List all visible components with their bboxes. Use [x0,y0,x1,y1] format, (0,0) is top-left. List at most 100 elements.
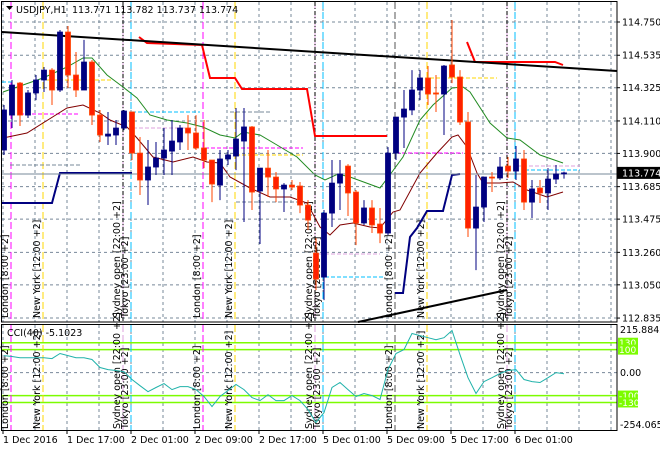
candle-body [345,165,351,194]
candle [409,70,415,116]
candle [489,171,495,193]
cci-level-label: 100 [619,346,636,356]
time-axis-label: 2 Dec 09:00 [195,435,253,446]
symbol-title: USDJPY,H1 [16,5,67,16]
price-axis-label: 113.685 [622,182,660,193]
cci-line [3,329,565,424]
session-label: New York [12:00 +2] [224,331,235,429]
candle [481,176,487,223]
candle-body [433,92,439,95]
session-label: Tokyo [23:00 +2] [504,237,515,319]
candle-body [297,185,303,206]
candle-body [425,77,431,95]
candle-body [505,165,511,172]
price-axis-label: 113.900 [622,149,660,160]
time-axis-label: 5 Dec 09:00 [387,435,445,446]
price-axis-label: 114.325 [622,83,660,94]
session-markers: London [8:00 +2] London [8:00 +2] New York… [0,2,516,430]
candle [121,109,127,131]
candle [185,115,191,151]
candle-body [537,187,543,194]
candle [401,90,407,148]
cci-name: CCI(40) [7,328,43,339]
candle-body [1,109,7,151]
candle [521,150,527,210]
candle [529,180,535,219]
time-axis-label: 2 Dec 17:00 [259,435,317,446]
candle-body [153,157,159,168]
session-label: New York [12:00 +2] [32,331,43,429]
candle-body [41,69,47,81]
chart-window[interactable]: London [8:00 +2] London [8:00 +2] New York… [0,0,660,450]
candle [553,165,559,185]
candle-body [249,126,255,193]
candle [433,75,439,112]
candle-body [65,31,71,76]
candle-body [177,127,183,143]
candle-body [145,166,151,181]
candle-body [529,188,535,203]
candle-body [33,79,39,94]
candle-body [273,176,279,190]
candle-body [465,121,471,229]
candle-body [257,167,263,192]
candle-body [25,92,31,116]
time-axis-label: 5 Dec 17:00 [451,435,509,446]
time-axis-label: 5 Dec 01:00 [323,435,381,446]
price-axis-label: 113.260 [622,248,660,259]
candle [161,128,167,176]
candle [337,160,343,210]
candle-body [369,207,375,226]
candle-body [521,158,527,203]
price-axis-label: 112.835 [622,314,660,325]
candle [465,111,471,238]
candle-body [105,133,111,137]
price-axis-label: 114.535 [622,51,660,62]
candle [89,60,95,125]
price-axis-label: 113.475 [622,215,660,226]
lower-trendline[interactable] [357,289,508,323]
candle-body [401,108,407,118]
candle [457,70,463,125]
candle-body [137,152,143,181]
session-label: New York [12:00 +2] [224,220,235,318]
ohlc-values: 113.771 113.782 113.737 113.774 [72,5,238,16]
candle-body [561,172,567,175]
candle-body [49,69,55,91]
candle-body [289,184,295,188]
candle-body [385,152,391,234]
candle [273,171,279,203]
candle-body [393,116,399,154]
candle-body [281,184,287,190]
price-axis-label: 114.110 [622,116,660,127]
candle-body [457,76,463,123]
candle-body [409,89,415,111]
candle [505,156,511,178]
candle [257,167,263,245]
candle-body [121,110,127,129]
candle [241,107,247,223]
candle [81,39,87,91]
candle [153,141,159,176]
candle [281,183,287,213]
triangle-down-icon[interactable] [6,6,13,10]
candle [25,90,31,119]
candle [97,109,103,142]
price-axis-label: 113.050 [622,280,660,291]
candle-body [225,154,231,160]
candle-body [377,223,383,234]
session-label: Tokyo [23:00 +2] [312,348,323,430]
candle-body [129,111,135,154]
session-label: London [8:00 +2] [192,345,203,429]
candle [345,164,351,217]
candle [73,51,79,97]
candle-body [217,158,223,186]
candle [49,68,55,106]
candle-body [201,147,207,161]
candle [297,182,303,214]
candle [497,156,503,181]
candle-body [241,126,247,142]
candle-body [449,64,455,78]
candle-body [185,127,191,134]
candle [17,81,23,127]
